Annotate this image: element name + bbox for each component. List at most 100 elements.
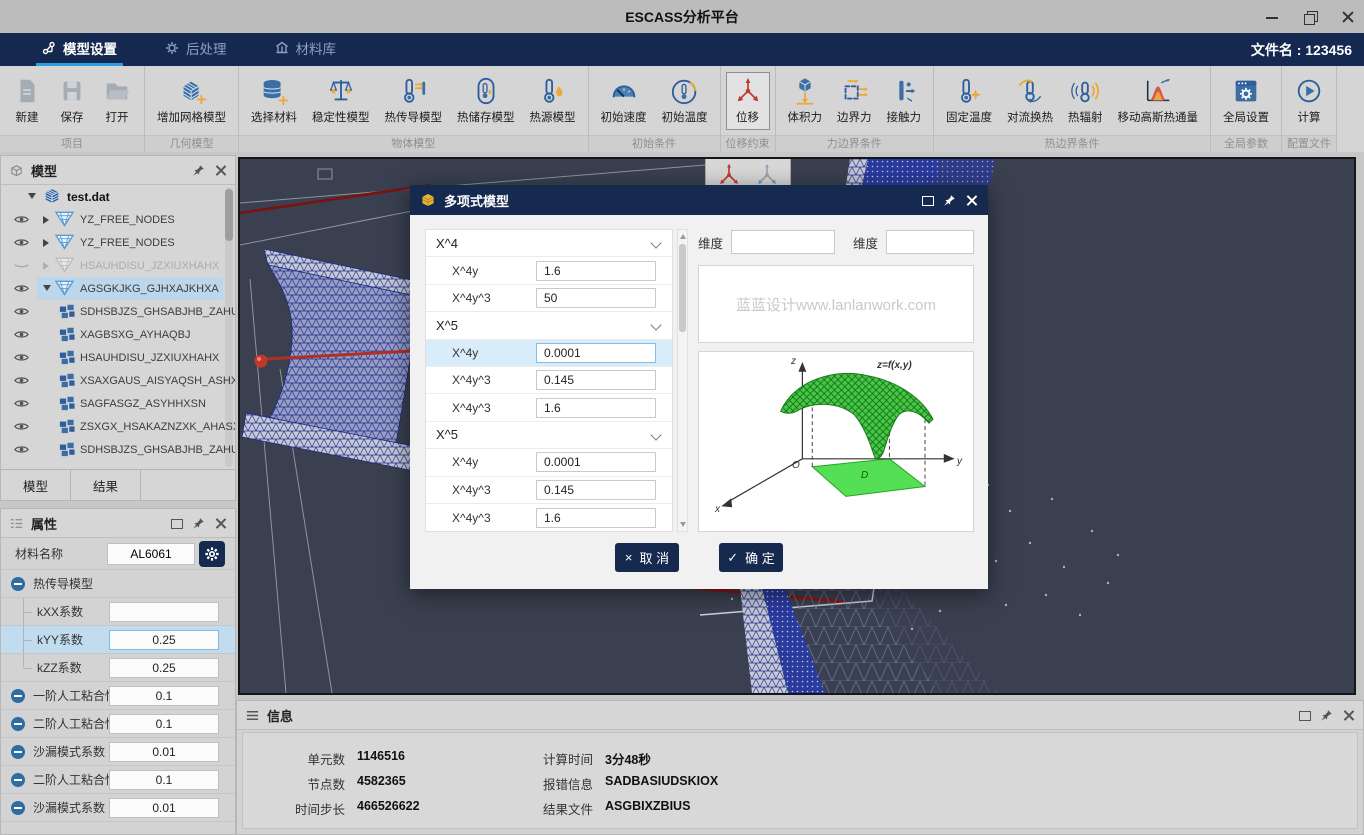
term-section-header[interactable]: X^5 bbox=[426, 312, 672, 339]
term-value-input[interactable] bbox=[536, 452, 656, 472]
open-button[interactable]: 打开 bbox=[95, 72, 139, 130]
close-icon[interactable] bbox=[214, 517, 227, 530]
pin-icon[interactable] bbox=[943, 194, 956, 207]
collapse-minus-icon[interactable] bbox=[11, 689, 25, 703]
pin-icon[interactable] bbox=[192, 164, 205, 177]
property-input[interactable] bbox=[109, 686, 219, 706]
dimension-input-2[interactable] bbox=[886, 230, 974, 254]
eye-icon[interactable] bbox=[14, 396, 29, 414]
property-row-selected[interactable]: kYY系数 bbox=[1, 626, 235, 654]
collapse-minus-icon[interactable] bbox=[11, 577, 25, 591]
pin-icon[interactable] bbox=[1320, 709, 1333, 722]
property-input[interactable] bbox=[109, 798, 219, 818]
tree-root[interactable]: test.dat bbox=[1, 185, 235, 208]
term-value-input[interactable] bbox=[536, 343, 656, 363]
maximize-icon[interactable] bbox=[1298, 709, 1311, 722]
term-value-input[interactable] bbox=[536, 398, 656, 418]
term-value-input[interactable] bbox=[536, 480, 656, 500]
eye-icon[interactable] bbox=[14, 304, 29, 322]
volume-force-button[interactable]: 体积力 bbox=[781, 72, 830, 130]
boundary-force-button[interactable]: 边界力 bbox=[830, 72, 879, 130]
ok-button[interactable]: ✓ 确 定 bbox=[719, 543, 783, 572]
eye-icon[interactable] bbox=[14, 373, 29, 391]
heat-storage-model-button[interactable]: 热储存模型 bbox=[450, 72, 522, 130]
maximize-icon[interactable] bbox=[170, 517, 183, 530]
close-icon[interactable] bbox=[1340, 9, 1356, 25]
property-row[interactable]: 二阶人工粘合性 bbox=[1, 766, 235, 794]
tree-item[interactable]: XSAXGAUS_AISYAQSH_ASHX bbox=[1, 369, 235, 392]
initial-velocity-button[interactable]: 初始速度 bbox=[594, 72, 654, 130]
property-row[interactable]: kXX系数 bbox=[1, 598, 235, 626]
collapse-arrow-icon[interactable] bbox=[43, 216, 49, 224]
scroll-thumb[interactable] bbox=[679, 244, 686, 332]
eye-icon[interactable] bbox=[14, 281, 29, 299]
select-material-button[interactable]: 选择材料 bbox=[244, 72, 304, 130]
close-icon[interactable] bbox=[214, 164, 227, 177]
term-section-header[interactable]: X^5 bbox=[426, 422, 672, 449]
radiation-button[interactable]: 热辐射 bbox=[1061, 72, 1110, 130]
fixed-temperature-button[interactable]: 固定温度 bbox=[939, 72, 999, 130]
heat-source-model-button[interactable]: 热源模型 bbox=[523, 72, 583, 130]
tree-item[interactable]: XAGBSXG_AYHAQBJ bbox=[1, 323, 235, 346]
save-button[interactable]: 保存 bbox=[50, 72, 94, 130]
tree-item-selected[interactable]: AGSGKJKG_GJHXAJKHXA bbox=[1, 277, 235, 300]
cancel-button[interactable]: × 取 消 bbox=[615, 543, 679, 572]
dimension-input-1[interactable] bbox=[731, 230, 835, 254]
maximize-icon[interactable] bbox=[921, 194, 934, 207]
stability-model-button[interactable]: 稳定性模型 bbox=[305, 72, 377, 130]
eye-icon[interactable] bbox=[14, 235, 29, 253]
material-settings-button[interactable] bbox=[199, 541, 225, 567]
term-value-input[interactable] bbox=[536, 508, 656, 528]
term-value-input[interactable] bbox=[536, 370, 656, 390]
close-icon[interactable] bbox=[965, 194, 978, 207]
global-settings-button[interactable]: 全局设置 bbox=[1216, 72, 1276, 130]
close-icon[interactable] bbox=[1342, 709, 1355, 722]
expand-arrow-icon[interactable] bbox=[28, 193, 36, 199]
term-section-header[interactable]: X^4 bbox=[426, 230, 672, 257]
dialog-scrollbar[interactable] bbox=[677, 229, 688, 532]
eye-icon[interactable] bbox=[14, 442, 29, 460]
scroll-down-icon[interactable] bbox=[680, 522, 686, 527]
kxx-input[interactable] bbox=[109, 602, 219, 622]
property-input[interactable] bbox=[109, 770, 219, 790]
eye-icon[interactable] bbox=[14, 419, 29, 437]
new-button[interactable]: 新建 bbox=[5, 72, 49, 130]
property-row[interactable]: 沙漏模式系数 bbox=[1, 794, 235, 822]
tree-item[interactable]: HSAUHDISU_JZXIUXHAHX bbox=[1, 346, 235, 369]
expand-arrow-icon[interactable] bbox=[43, 285, 51, 291]
tree-item[interactable]: ZSXGX_HSAKAZNZXK_AHASX bbox=[1, 415, 235, 438]
tab-results[interactable]: 结果 bbox=[71, 470, 141, 500]
property-row[interactable]: 二阶人工粘合性 bbox=[1, 710, 235, 738]
collapse-minus-icon[interactable] bbox=[11, 745, 25, 759]
kzz-input[interactable] bbox=[109, 658, 219, 678]
kyy-input[interactable] bbox=[109, 630, 219, 650]
pin-icon[interactable] bbox=[192, 517, 205, 530]
minimize-icon[interactable] bbox=[1264, 9, 1280, 25]
collapse-arrow-icon[interactable] bbox=[43, 239, 49, 247]
eye-closed-icon[interactable] bbox=[14, 258, 29, 276]
tree-item[interactable]: SDHSBJZS_GHSABJHB_ZAHU bbox=[1, 300, 235, 323]
dialog-title-bar[interactable]: 多项式模型 bbox=[410, 185, 988, 215]
tab-model-settings[interactable]: 模型设置 bbox=[36, 33, 123, 66]
tree-item[interactable]: YZ_FREE_NODES bbox=[1, 231, 235, 254]
eye-icon[interactable] bbox=[14, 327, 29, 345]
property-row[interactable]: kZZ系数 bbox=[1, 654, 235, 682]
tree-item[interactable]: SAGFASGZ_ASYHHXSN bbox=[1, 392, 235, 415]
tab-post-processing[interactable]: 后处理 bbox=[159, 33, 233, 66]
collapse-minus-icon[interactable] bbox=[11, 773, 25, 787]
collapse-minus-icon[interactable] bbox=[11, 717, 25, 731]
eye-icon[interactable] bbox=[14, 212, 29, 230]
tree-item[interactable]: YZ_FREE_NODES bbox=[1, 208, 235, 231]
moving-gauss-flux-button[interactable]: 移动高斯热通量 bbox=[1111, 72, 1206, 130]
property-input[interactable] bbox=[109, 742, 219, 762]
convection-button[interactable]: 对流换热 bbox=[1000, 72, 1060, 130]
heat-conduction-model-button[interactable]: 热传导模型 bbox=[378, 72, 450, 130]
property-row[interactable]: 一阶人工粘合性 bbox=[1, 682, 235, 710]
term-value-input[interactable] bbox=[536, 261, 656, 281]
tree-item[interactable]: SDHSBJZS_GHSABJHB_ZAHU bbox=[1, 438, 235, 461]
displacement-button[interactable]: 位移 bbox=[726, 72, 770, 130]
property-section-row[interactable]: 热传导模型 bbox=[1, 570, 235, 598]
scroll-up-icon[interactable] bbox=[680, 234, 686, 239]
compute-button[interactable]: 计算 bbox=[1287, 72, 1331, 130]
tab-material-library[interactable]: 材料库 bbox=[269, 33, 343, 66]
